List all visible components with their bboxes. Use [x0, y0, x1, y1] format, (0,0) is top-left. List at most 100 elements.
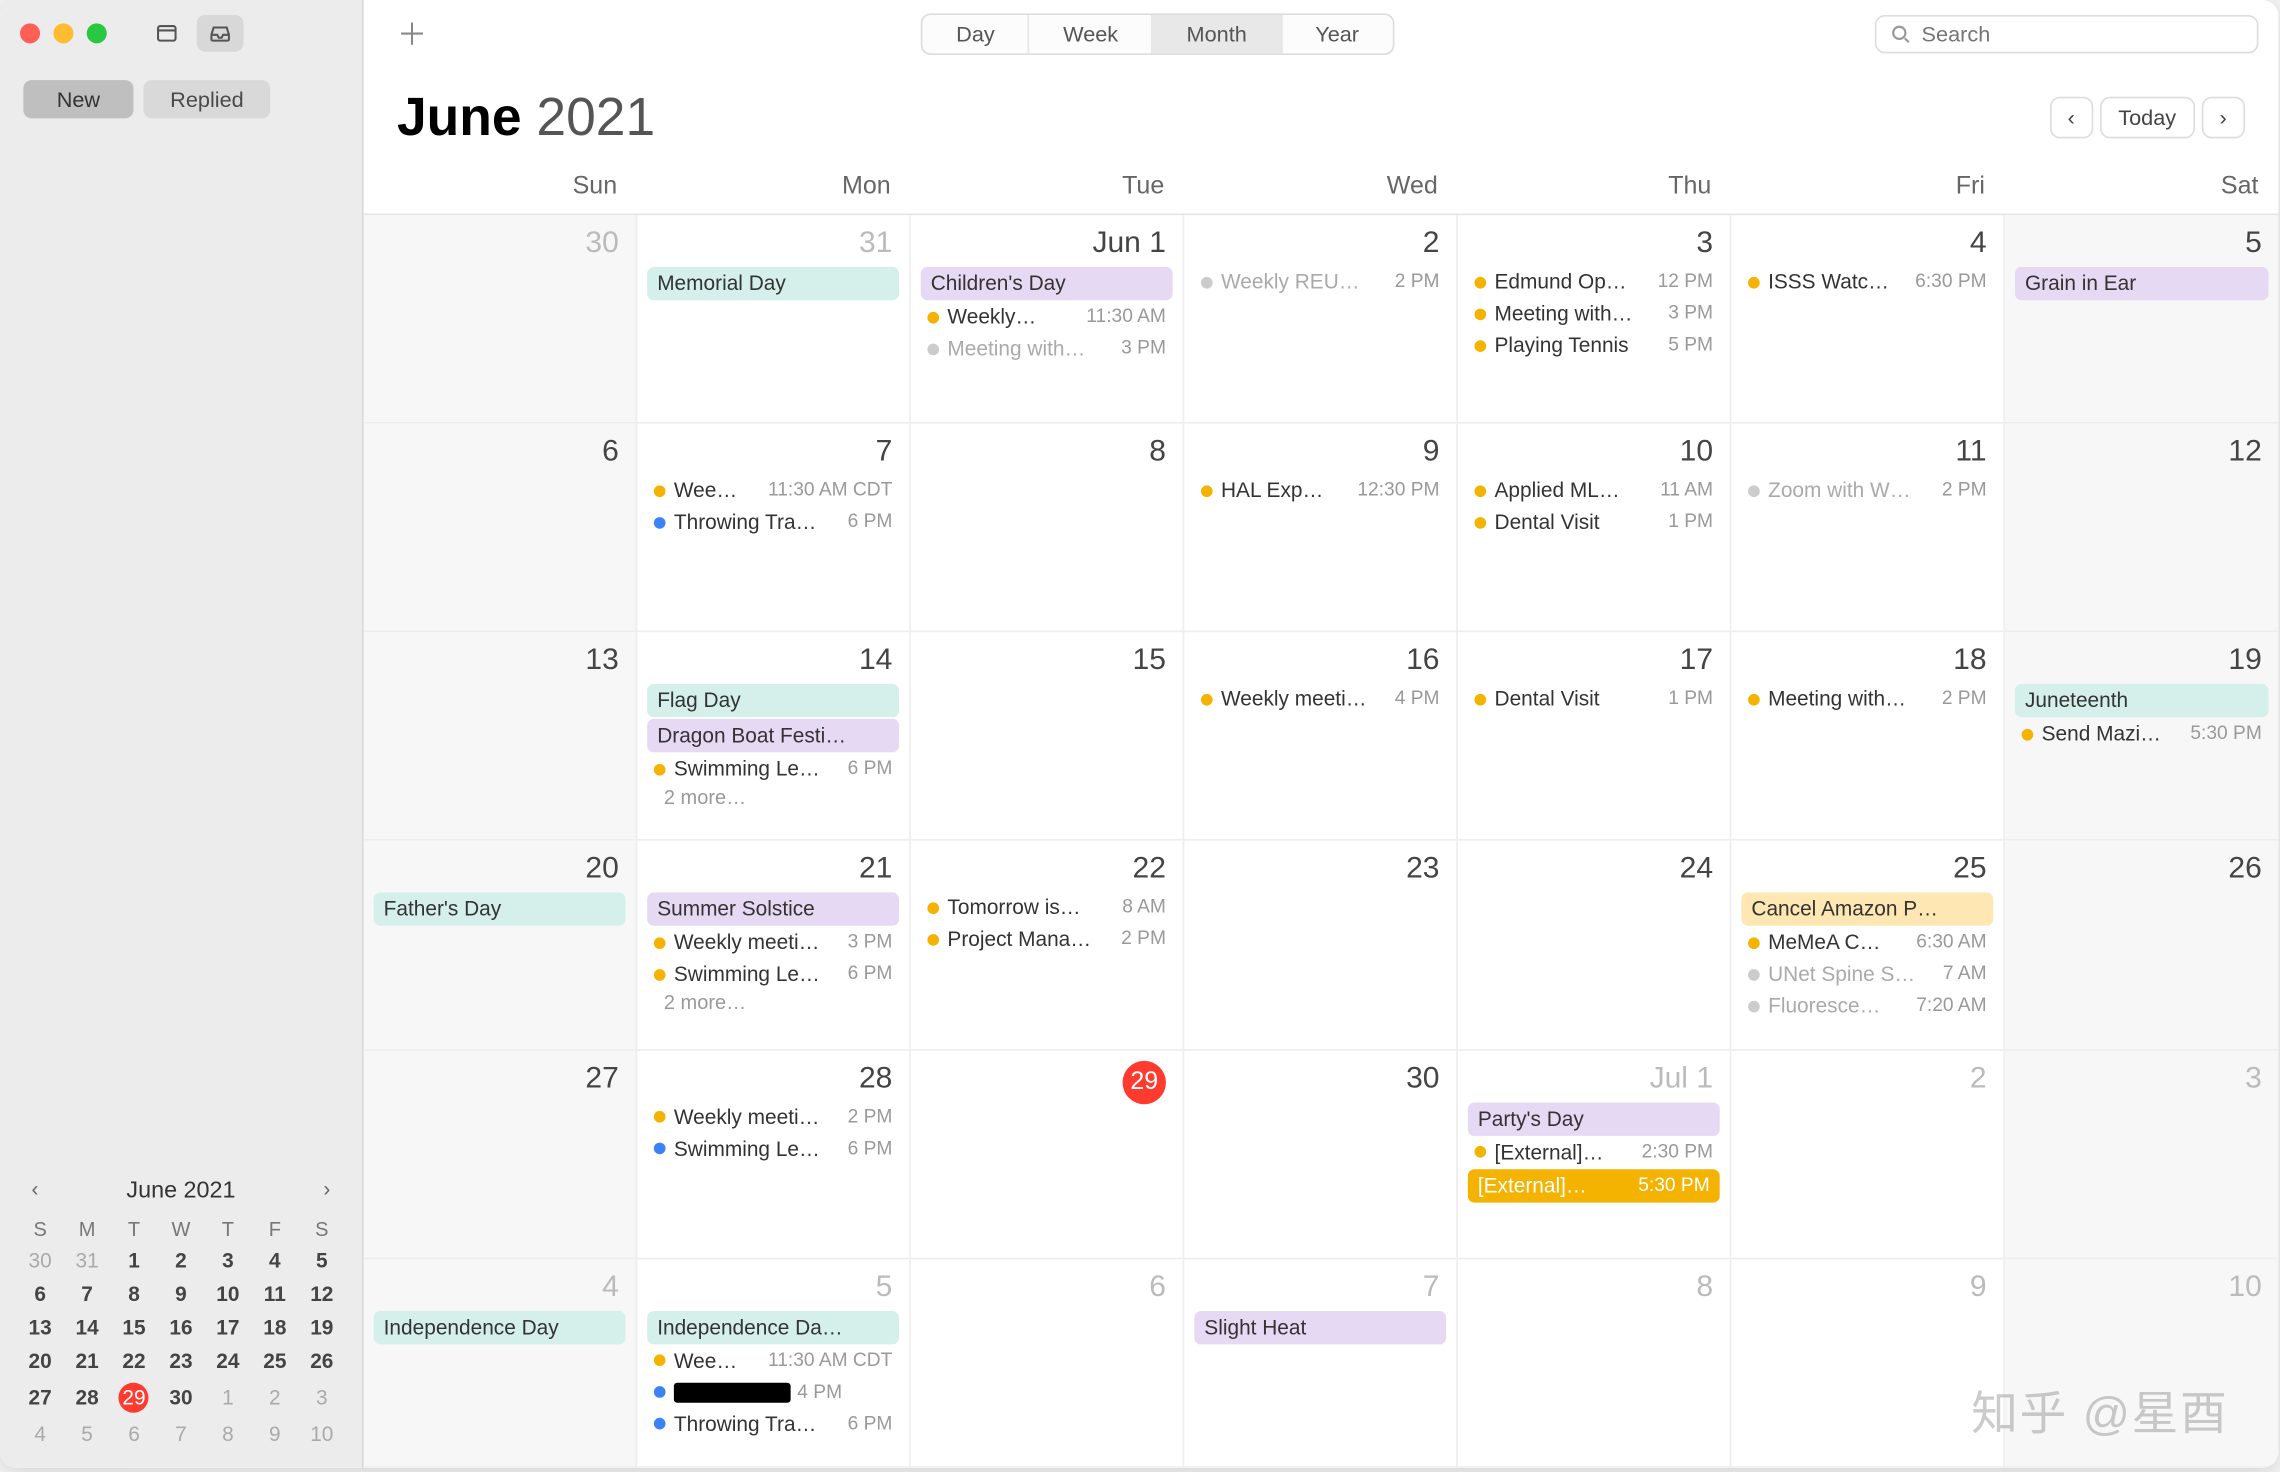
day-cell[interactable]: 9HAL Exp…12:30 PM — [1184, 424, 1458, 633]
mini-cal-day[interactable]: 7 — [64, 1278, 111, 1311]
mini-cal-day[interactable]: 4 — [251, 1244, 298, 1277]
day-cell[interactable]: 17Dental Visit1 PM — [1458, 633, 1732, 842]
day-cell[interactable]: 6 — [911, 1259, 1185, 1468]
day-cell[interactable]: 31Memorial Day — [637, 215, 911, 424]
day-cell[interactable]: 9 — [1731, 1259, 2005, 1468]
day-cell[interactable]: 11Zoom with W…2 PM — [1731, 424, 2005, 633]
event-item[interactable]: Independence Da… — [647, 1311, 899, 1344]
day-cell[interactable]: 5Grain in Ear — [2005, 215, 2279, 424]
view-year[interactable]: Year — [1282, 14, 1393, 52]
mini-cal-day[interactable]: 4 — [17, 1418, 64, 1451]
view-week[interactable]: Week — [1030, 14, 1153, 52]
mini-cal-day[interactable]: 11 — [251, 1278, 298, 1311]
inbox-icon[interactable] — [197, 15, 244, 52]
close-window-button[interactable] — [20, 23, 40, 43]
event-item[interactable]: Meeting with…3 PM — [921, 334, 1173, 364]
day-cell[interactable]: 4ISSS Watc…6:30 PM — [1731, 215, 2005, 424]
event-item[interactable]: UNet Spine S…7 AM — [1741, 960, 1993, 990]
event-item[interactable]: Weekly meeti…4 PM — [1194, 684, 1446, 714]
event-item[interactable]: Dental Visit1 PM — [1468, 507, 1720, 537]
today-button[interactable]: Today — [2100, 97, 2195, 139]
event-item[interactable]: Send Mazi…5:30 PM — [2015, 719, 2269, 749]
mini-cal-day[interactable]: 12 — [298, 1278, 345, 1311]
mini-cal-day[interactable]: 23 — [157, 1344, 204, 1377]
day-cell[interactable]: 29 — [911, 1050, 1185, 1259]
day-cell[interactable]: Jul 1Party's Day[External]…2:30 PM[Exter… — [1458, 1050, 1732, 1259]
day-cell[interactable]: 15 — [911, 633, 1185, 842]
day-cell[interactable]: 13 — [364, 633, 638, 842]
event-item[interactable]: Fluoresce…7:20 AM — [1741, 992, 1993, 1022]
mini-cal-next-icon[interactable]: › — [312, 1174, 342, 1204]
day-cell[interactable]: 4Independence Day — [364, 1259, 638, 1468]
event-item[interactable]: HAL Exp…12:30 PM — [1194, 476, 1446, 506]
mini-cal-day[interactable]: 20 — [17, 1344, 64, 1377]
day-cell[interactable]: 27 — [364, 1050, 638, 1259]
event-item[interactable]: Slight Heat — [1194, 1311, 1446, 1344]
mini-cal-day[interactable]: 2 — [251, 1378, 298, 1418]
mini-cal-day[interactable]: 3 — [298, 1378, 345, 1418]
day-cell[interactable]: 2Weekly REU…2 PM — [1184, 215, 1458, 424]
day-cell[interactable]: 3Edmund Op…12 PMMeeting with…3 PMPlaying… — [1458, 215, 1732, 424]
mini-cal-day[interactable]: 24 — [204, 1344, 251, 1377]
minimize-window-button[interactable] — [53, 23, 73, 43]
event-item[interactable]: Weekly REU…2 PM — [1194, 267, 1446, 297]
mini-cal-day[interactable]: 9 — [251, 1418, 298, 1451]
day-cell[interactable]: 3 — [2005, 1050, 2279, 1259]
event-item[interactable]: Party's Day — [1468, 1102, 1720, 1135]
mini-cal-day[interactable]: 27 — [17, 1378, 64, 1418]
day-cell[interactable]: 22Tomorrow is…8 AMProject Mana…2 PM — [911, 841, 1185, 1050]
event-item[interactable]: Swimming Le…6 PM — [647, 754, 899, 784]
mini-cal-day[interactable]: 22 — [111, 1344, 158, 1377]
day-cell[interactable]: 26 — [2005, 841, 2279, 1050]
mini-cal-day[interactable]: 5 — [64, 1418, 111, 1451]
filter-replied[interactable]: Replied — [143, 80, 270, 118]
day-cell[interactable]: 6 — [364, 424, 638, 633]
day-cell[interactable]: 28Weekly meeti…2 PMSwimming Le…6 PM — [637, 1050, 911, 1259]
filter-new[interactable]: New — [23, 80, 133, 118]
day-cell[interactable]: 20Father's Day — [364, 841, 638, 1050]
day-cell[interactable]: 25Cancel Amazon P…MeMeA C…6:30 AMUNet Sp… — [1731, 841, 2005, 1050]
day-cell[interactable]: 18Meeting with…2 PM — [1731, 633, 2005, 842]
event-item[interactable]: MeMeA C…6:30 AM — [1741, 928, 1993, 958]
mini-cal-day[interactable]: 10 — [298, 1418, 345, 1451]
event-item[interactable]: Weekly meeti…2 PM — [647, 1102, 899, 1132]
event-item[interactable]: Meeting with…3 PM — [1468, 299, 1720, 329]
mini-cal-day[interactable]: 30 — [157, 1378, 204, 1418]
search-input[interactable] — [1922, 21, 2244, 46]
event-item[interactable]: Flag Day — [647, 684, 899, 717]
mini-cal-day[interactable]: 17 — [204, 1311, 251, 1344]
event-item[interactable]: Project Mana…2 PM — [921, 925, 1173, 955]
fullscreen-window-button[interactable] — [87, 23, 107, 43]
event-item[interactable]: Wee…11:30 AM CDT — [647, 1346, 899, 1376]
day-cell[interactable]: 14Flag DayDragon Boat Festi…Swimming Le…… — [637, 633, 911, 842]
mini-cal-day[interactable]: 6 — [17, 1278, 64, 1311]
event-item[interactable]: Weekly meeti…3 PM — [647, 928, 899, 958]
mini-cal-day[interactable]: 6 — [111, 1418, 158, 1451]
search-field[interactable] — [1875, 14, 2259, 52]
event-item[interactable]: Children's Day — [921, 267, 1173, 300]
mini-cal-day[interactable]: 25 — [251, 1344, 298, 1377]
event-item[interactable]: Grain in Ear — [2015, 267, 2269, 300]
next-month-button[interactable]: › — [2201, 97, 2245, 139]
day-cell[interactable]: 2 — [1731, 1050, 2005, 1259]
day-cell[interactable]: 10 — [2005, 1259, 2279, 1468]
mini-cal-day[interactable]: 13 — [17, 1311, 64, 1344]
mini-cal-day[interactable]: 10 — [204, 1278, 251, 1311]
mini-cal-day[interactable]: 18 — [251, 1311, 298, 1344]
mini-cal-day[interactable]: 5 — [298, 1244, 345, 1277]
day-cell[interactable]: 24 — [1458, 841, 1732, 1050]
more-events-link[interactable]: 2 more… — [647, 786, 899, 809]
day-cell[interactable]: 8 — [911, 424, 1185, 633]
mini-cal-day[interactable]: 16 — [157, 1311, 204, 1344]
view-day[interactable]: Day — [923, 14, 1030, 52]
event-item[interactable]: Memorial Day — [647, 267, 899, 300]
mini-cal-day[interactable]: 31 — [64, 1244, 111, 1277]
event-item[interactable]: Swimming Le…6 PM — [647, 960, 899, 990]
prev-month-button[interactable]: ‹ — [2049, 97, 2093, 139]
mini-cal-day[interactable]: 1 — [204, 1378, 251, 1418]
event-item[interactable]: Wee…11:30 AM CDT — [647, 476, 899, 506]
event-item[interactable]: Cancel Amazon P… — [1741, 893, 1993, 926]
day-cell[interactable]: Jun 1Children's DayWeekly…11:30 AMMeetin… — [911, 215, 1185, 424]
day-cell[interactable]: 5Independence Da…Wee…11:30 AM CDT4 PMThr… — [637, 1259, 911, 1468]
event-item[interactable]: Edmund Op…12 PM — [1468, 267, 1720, 297]
